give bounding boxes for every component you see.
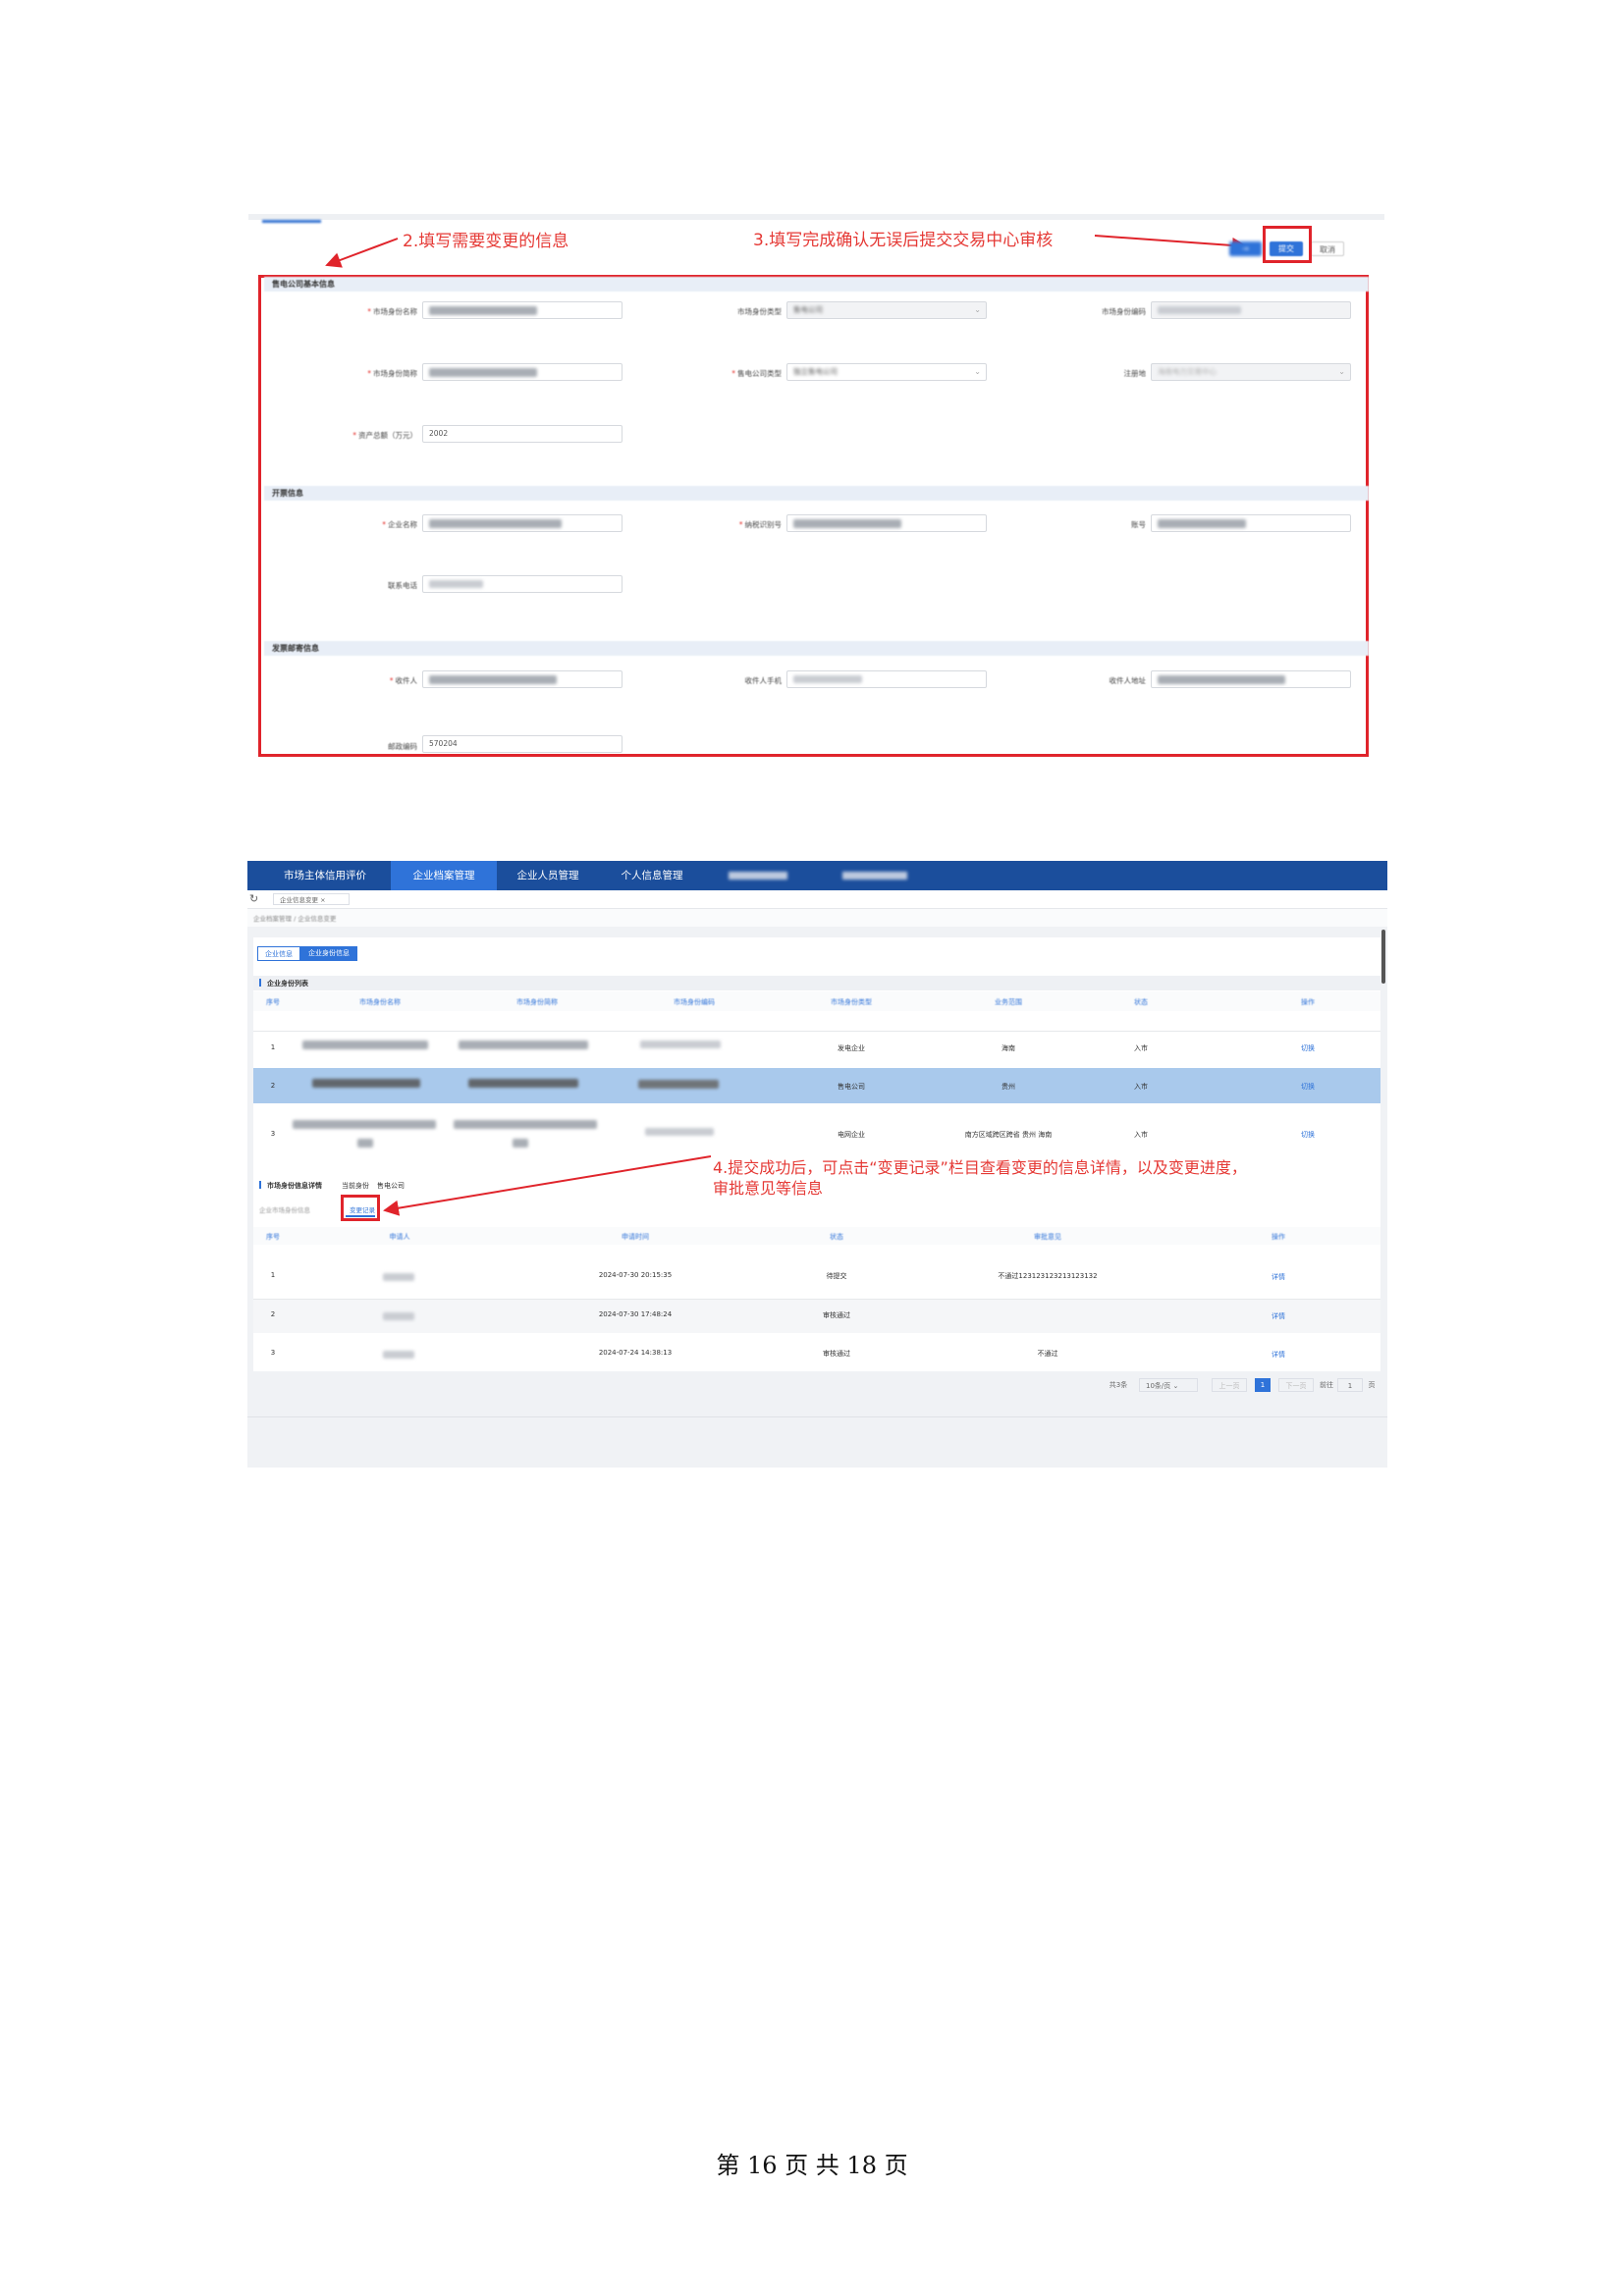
input-phone[interactable] [422,575,623,593]
pagination-prev[interactable]: 上一页 [1212,1378,1247,1392]
label-company-type: * 售电公司类型 [731,369,782,378]
rec3-applicant-blurred [383,1351,414,1359]
rec1-detail-link[interactable]: 详情 [1239,1272,1318,1282]
label-identity-abbr: * 市场身份简称 [367,369,417,378]
rth-applicant: 申请人 [389,1233,410,1241]
pagination-page-suffix: 页 [1368,1381,1376,1389]
input-account[interactable] [1151,514,1351,532]
pagination-page-size[interactable]: 10条/页 ⌄ [1139,1378,1198,1392]
section-title-company-basic: 售电公司基本信息 [264,277,1369,292]
rec1-no: 1 [270,1271,276,1279]
pagination-goto-input[interactable]: 1 [1337,1378,1363,1392]
rec2-no: 2 [270,1310,276,1318]
annotation-step2: 2.填写需要变更的信息 [403,232,569,251]
label-postcode: 邮政编码 [388,742,417,751]
input-recipient[interactable] [422,670,623,688]
input-company-name[interactable] [422,514,623,532]
label-total-assets: * 资产总额（万元） [352,431,417,440]
rec2-detail-link[interactable]: 详情 [1239,1311,1318,1321]
pagination-total: 共3条 [1109,1381,1128,1389]
bottom-divider [247,1416,1387,1417]
section-title-invoice: 开票信息 [264,486,1369,501]
rec3-detail-link[interactable]: 详情 [1239,1350,1318,1360]
label-phone: 联系电话 [388,581,417,590]
select-company-type[interactable]: 独立售电公司 ⌄ [786,363,987,381]
rec3-no: 3 [270,1349,276,1357]
input-identity-abbr[interactable] [422,363,623,381]
screenshot-edit-form: 2.填写需要变更的信息 3.填写完成确认无误后提交交易中心审核 → 提交 取消 … [248,214,1384,774]
label-identity-code: 市场身份编码 [1102,307,1146,316]
arrow-step3 [1094,235,1248,253]
input-identity-code [1151,301,1351,319]
rec1-time: 2024-07-30 20:15:35 [598,1271,673,1279]
label-recipient-phone: 收件人手机 [744,676,783,685]
rec2-status: 审核通过 [823,1311,850,1319]
rec3-opinion: 不通过 [1037,1350,1058,1358]
rth-apply-time: 申请时间 [622,1233,649,1241]
input-recipient-phone[interactable] [786,670,987,688]
annotation-step3: 3.填写完成确认无误后提交交易中心审核 [753,231,1054,250]
input-postcode[interactable]: 570204 [422,735,623,753]
rth-no: 序号 [266,1233,280,1241]
rth-status: 状态 [830,1233,843,1241]
label-registration: 注册地 [1123,369,1147,378]
label-company-name: * 企业名称 [382,520,417,529]
pagination-current[interactable]: 1 [1255,1378,1271,1392]
select-identity-type: 售电公司 ⌄ [786,301,987,319]
label-account: 账号 [1131,520,1146,529]
rth-operation: 操作 [1272,1233,1285,1241]
rec3-time: 2024-07-24 14:38:13 [598,1349,673,1357]
rec2-time: 2024-07-30 17:48:24 [598,1310,673,1318]
page-footer: 第 16 页 共 18 页 [716,2152,908,2179]
rec1-opinion: 不通过123123123213123132 [998,1272,1098,1280]
label-identity-type: 市场身份类型 [737,307,782,316]
label-tax-id: * 纳税识别号 [738,520,782,529]
arrow-button[interactable]: → [1229,241,1262,256]
input-recipient-address[interactable] [1151,670,1351,688]
input-identity-name[interactable] [422,301,623,319]
label-identity-name: * 市场身份名称 [367,307,417,316]
label-recipient-address: 收件人地址 [1109,676,1147,685]
input-tax-id[interactable] [786,514,987,532]
cancel-button[interactable]: 取消 [1311,241,1344,256]
highlight-submit [1263,226,1312,263]
select-registration: 海南电力交易中心 ⌄ [1151,363,1351,381]
screenshot-identity-list: 市场主体信用评价 企业档案管理 企业人员管理 个人信息管理 ↻ 企业信息变更 ×… [247,861,1387,1468]
rec2-applicant-blurred [383,1312,414,1320]
rec1-applicant-blurred [383,1273,414,1281]
arrow-step2 [325,238,399,268]
input-total-assets[interactable]: 2002 [422,425,623,443]
pagination-goto-label: 前往 [1320,1381,1333,1389]
arrow-step4 [383,1155,712,1216]
pagination-next[interactable]: 下一页 [1278,1378,1314,1392]
rth-opinion: 审批意见 [1034,1233,1061,1241]
rec1-status: 待提交 [826,1272,847,1280]
annotation-step4: 4.提交成功后，可点击“变更记录”栏目查看变更的信息详情，以及变更进度， 审批意… [713,1158,1247,1198]
section-title-mailing: 发票邮寄信息 [264,641,1369,656]
label-recipient: * 收件人 [389,676,417,685]
rec3-status: 审核通过 [823,1350,850,1358]
